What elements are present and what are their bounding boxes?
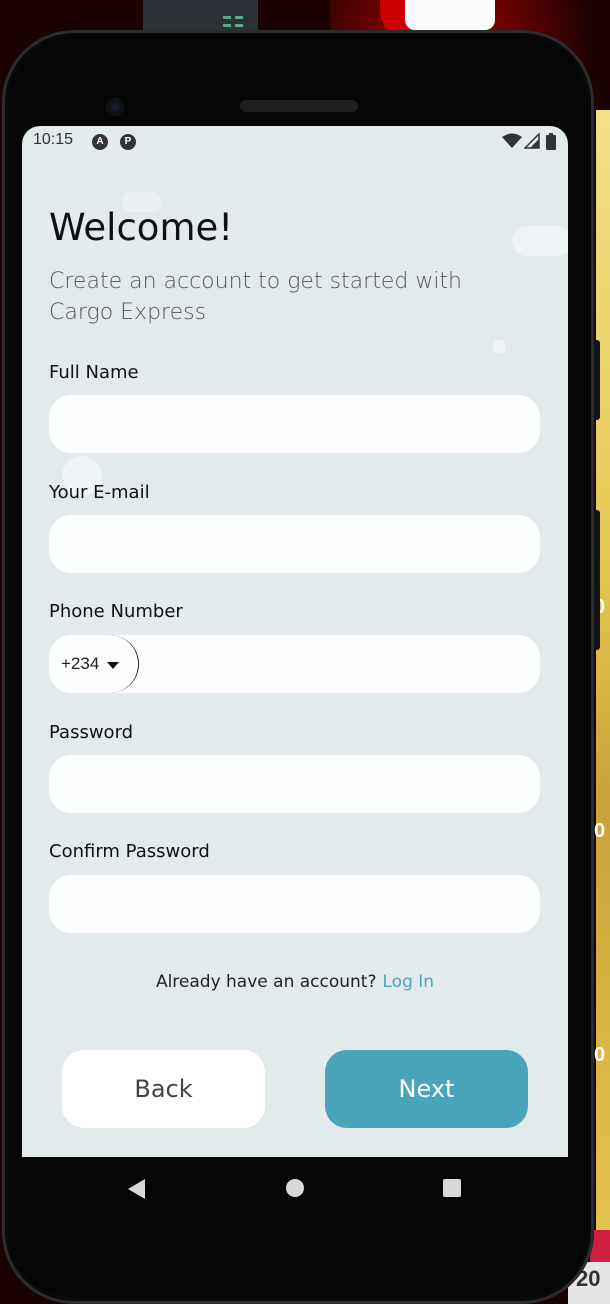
signal-icon bbox=[524, 133, 540, 149]
full-name-input[interactable] bbox=[49, 395, 540, 453]
cloud-decoration bbox=[492, 340, 506, 354]
front-camera bbox=[106, 98, 124, 116]
wifi-icon bbox=[502, 133, 522, 148]
caret-down-icon bbox=[107, 662, 120, 669]
page-subtitle: Create an account to get started with Ca… bbox=[49, 269, 462, 325]
cloud-decoration bbox=[512, 226, 568, 256]
next-button[interactable]: Next bbox=[325, 1050, 528, 1128]
login-prompt-text: Already have an account? bbox=[155, 972, 377, 992]
speaker-grille bbox=[240, 100, 358, 112]
background-document-icon bbox=[405, 0, 495, 30]
login-link[interactable]: Log In bbox=[383, 972, 435, 992]
country-code-picker[interactable]: +234 bbox=[49, 635, 139, 693]
home-icon[interactable] bbox=[286, 1179, 304, 1197]
battery-icon bbox=[546, 133, 556, 150]
email-input[interactable] bbox=[49, 515, 540, 573]
p-icon: P bbox=[120, 134, 136, 150]
email-label: Your E-mail bbox=[49, 482, 150, 503]
a-icon: A bbox=[92, 134, 108, 150]
volume-button bbox=[594, 340, 600, 420]
status-bar: 10:15 A P bbox=[22, 126, 568, 158]
background-window-edge bbox=[596, 110, 610, 1260]
full-name-label: Full Name bbox=[49, 362, 139, 383]
page-title: Welcome! bbox=[49, 206, 234, 249]
app-screen: 10:15 A P Welcome! Create an account to … bbox=[22, 126, 568, 1157]
confirm-password-input[interactable] bbox=[49, 875, 540, 933]
navigation-bar bbox=[22, 1157, 568, 1221]
power-button bbox=[594, 510, 600, 650]
login-prompt-row: Already have an account? Log In bbox=[22, 972, 568, 992]
phone-label: Phone Number bbox=[49, 601, 183, 622]
country-code: +234 bbox=[61, 654, 100, 673]
back-button[interactable]: Back bbox=[62, 1050, 265, 1128]
recents-icon[interactable] bbox=[443, 1179, 461, 1197]
background-edge-label: 0 bbox=[594, 820, 606, 842]
password-input[interactable] bbox=[49, 755, 540, 813]
password-label: Password bbox=[49, 722, 134, 743]
confirm-password-label: Confirm Password bbox=[49, 841, 210, 862]
background-edge-label: 0 bbox=[594, 1044, 606, 1066]
back-icon[interactable] bbox=[128, 1179, 145, 1199]
status-time: 10:15 bbox=[33, 131, 74, 148]
